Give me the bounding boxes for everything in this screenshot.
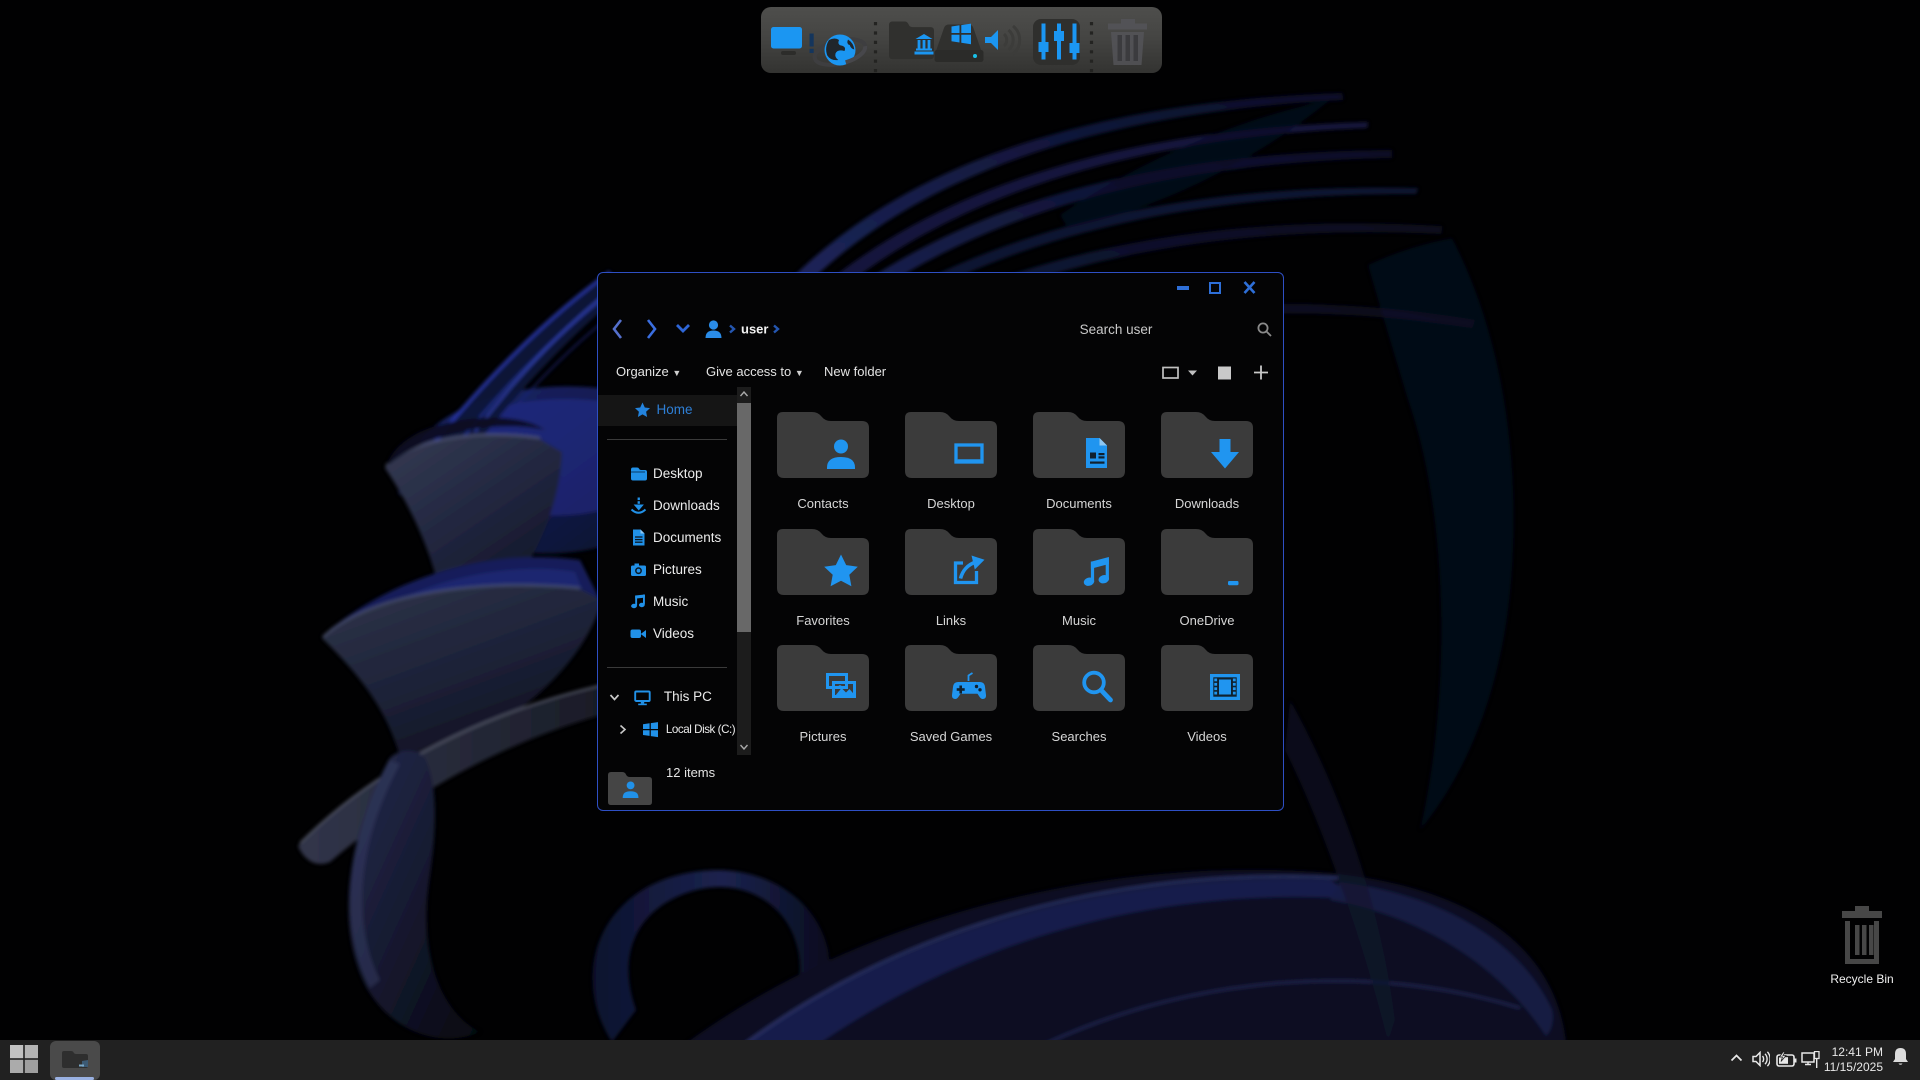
svg-text:user: user (741, 322, 768, 337)
